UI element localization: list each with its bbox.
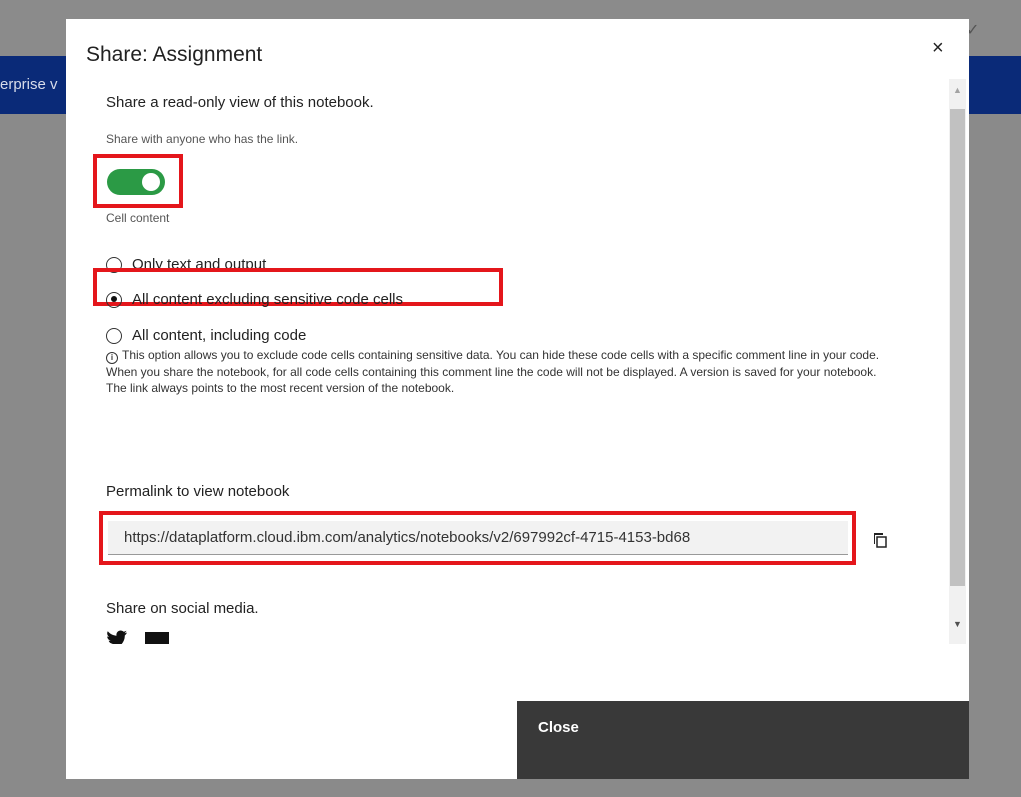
radio-label: All content excluding sensitive code cel… — [132, 291, 403, 308]
radio-button[interactable] — [106, 291, 122, 308]
share-subtitle: Share a read-only view of this notebook. — [106, 94, 374, 111]
dialog-content: Share a read-only view of this notebook.… — [66, 79, 946, 644]
share-toggle[interactable] — [107, 169, 165, 195]
close-icon[interactable]: × — [932, 37, 944, 60]
radio-label: All content, including code — [132, 327, 307, 344]
social-media-label: Share on social media. — [106, 600, 259, 617]
permalink-label: Permalink to view notebook — [106, 483, 290, 500]
dialog-title: Share: Assignment — [86, 43, 263, 66]
info-text: This option allows you to exclude code c… — [106, 348, 880, 395]
content-scrollbar[interactable]: ▲ ▼ — [949, 79, 966, 644]
copy-icon[interactable] — [872, 532, 888, 548]
share-description: Share with anyone who has the link. — [106, 132, 299, 146]
info-icon: i — [106, 352, 118, 364]
cell-content-label: Cell content — [106, 211, 170, 225]
close-button-label: Close — [538, 719, 579, 736]
radio-include-code[interactable]: All content, including code — [106, 327, 306, 344]
permalink-field[interactable] — [108, 521, 848, 555]
close-button[interactable]: Close — [517, 701, 969, 779]
radio-exclude-sensitive[interactable]: All content excluding sensitive code cel… — [106, 291, 403, 308]
linkedin-icon[interactable] — [145, 632, 169, 644]
toggle-knob — [142, 173, 160, 191]
scroll-down-arrow-icon[interactable]: ▼ — [949, 619, 966, 631]
scroll-up-arrow-icon[interactable]: ▲ — [949, 85, 966, 97]
radio-button[interactable] — [106, 327, 122, 344]
background-nav-text: erprise v — [0, 76, 58, 93]
share-dialog: Share: Assignment × Share a read-only vi… — [66, 19, 969, 779]
scroll-thumb[interactable] — [950, 109, 965, 586]
twitter-icon[interactable] — [106, 630, 128, 644]
info-message: i This option allows you to exclude code … — [106, 347, 896, 396]
